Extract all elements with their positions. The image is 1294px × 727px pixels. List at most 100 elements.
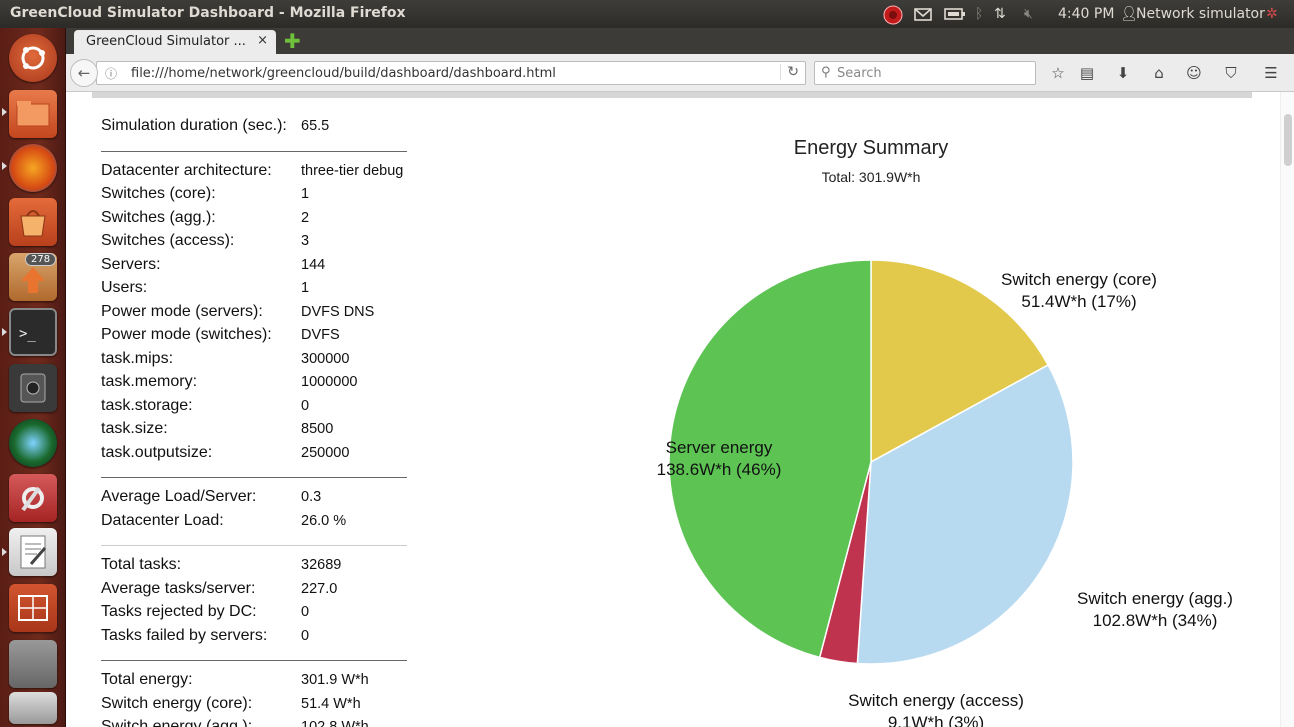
stat-row: Datacenter architecture: three-tier debug: [101, 162, 411, 186]
divider: [101, 150, 407, 152]
disk-utility-icon[interactable]: [9, 364, 57, 412]
stat-value: 51.4 W*h: [301, 695, 361, 712]
stat-label: Users:: [101, 279, 148, 296]
stat-value: three-tier debug: [301, 162, 404, 179]
stat-label: Average Load/Server:: [101, 488, 257, 505]
navigation-toolbar: ⓘ file:///home/network/greencloud/build/…: [66, 54, 1294, 92]
stat-label: Datacenter Load:: [101, 511, 224, 529]
menu-icon[interactable]: ☰: [1260, 62, 1282, 84]
stat-value: 8500: [301, 421, 334, 437]
vertical-scrollbar[interactable]: [1280, 92, 1294, 727]
volume-muted-icon[interactable]: 🔇︎: [1024, 4, 1033, 24]
stat-value: 0.3: [301, 489, 322, 505]
battery-icon[interactable]: [944, 4, 966, 24]
new-tab-button[interactable]: ✚: [284, 30, 301, 52]
stat-row: Average tasks/server: 227.0: [101, 580, 411, 604]
stat-value: 65.5: [301, 118, 330, 134]
mail-icon[interactable]: [914, 4, 932, 24]
user-name[interactable]: Network simulator: [1136, 4, 1265, 24]
stat-row: Users: 1: [101, 279, 411, 303]
stat-value: DVFS: [301, 327, 340, 343]
home-icon[interactable]: ⌂: [1148, 62, 1170, 84]
energy-pie-chart: Energy Summary Total: 301.9W*h Switch en…: [657, 137, 1233, 727]
slice-value-label: 51.4W*h (17%): [1021, 292, 1136, 311]
slice-value-label: 102.8W*h (34%): [1093, 611, 1218, 630]
bookmarks-list-icon[interactable]: ▤: [1076, 62, 1098, 84]
site-info-icon[interactable]: ⓘ: [105, 65, 117, 82]
session-gear-icon[interactable]: ✲: [1266, 4, 1278, 24]
stat-label: Total tasks:: [101, 556, 182, 573]
text-editor-icon[interactable]: [9, 528, 57, 576]
files-icon[interactable]: [9, 90, 57, 138]
record-icon[interactable]: [882, 4, 904, 25]
url-bar[interactable]: ⓘ file:///home/network/greencloud/build/…: [96, 61, 806, 85]
stat-row: Servers: 144: [101, 256, 411, 280]
running-indicator: [2, 162, 7, 170]
network-icon[interactable]: ⇅: [994, 4, 1006, 24]
slice-name-label: Switch energy (core): [1001, 270, 1157, 289]
page-content: Simulation duration (sec.): 65.5 Datacent…: [66, 92, 1294, 727]
tab-label: GreenCloud Simulator ...: [86, 34, 246, 49]
pocket-icon[interactable]: ⛉: [1220, 62, 1242, 84]
trash-icon[interactable]: [9, 692, 57, 724]
update-count-badge: 278: [25, 253, 57, 266]
running-indicator: [2, 108, 7, 116]
top-panel: GreenCloud Simulator Dashboard - Mozilla…: [0, 0, 1294, 28]
tab-dashboard[interactable]: GreenCloud Simulator ... ×: [74, 30, 276, 54]
webcam-app-icon[interactable]: [9, 419, 57, 467]
stats-panel: Simulation duration (sec.): 65.5 Datacent…: [101, 117, 411, 727]
workspace-switcher-icon[interactable]: [9, 584, 57, 632]
tab-close-icon[interactable]: ×: [257, 33, 268, 48]
search-placeholder: Search: [837, 66, 882, 81]
stat-label: Switches (agg.):: [101, 208, 216, 226]
firefox-icon[interactable]: [9, 144, 57, 192]
stat-row: task.storage: 0: [101, 397, 411, 421]
stat-value: 1: [301, 280, 310, 296]
stat-value: 102.8 W*h: [301, 719, 369, 727]
bookmark-star-icon[interactable]: ☆: [1047, 62, 1069, 84]
bluetooth-icon[interactable]: ᛒ: [975, 4, 983, 24]
tab-bar: GreenCloud Simulator ... × ✚: [66, 28, 1294, 54]
stat-row: Switches (agg.): 2: [101, 209, 411, 233]
stat-label: Tasks failed by servers:: [101, 626, 268, 644]
stat-label: task.size:: [101, 420, 168, 437]
usb-drive-icon[interactable]: [9, 640, 57, 688]
page-header-bar: [92, 92, 1252, 98]
terminal-icon[interactable]: >_: [9, 308, 57, 356]
scrollbar-thumb[interactable]: [1284, 114, 1292, 166]
dash-home-icon[interactable]: [9, 34, 57, 82]
stats-group-energy: Total energy: 301.9 W*h Switch energy (cor…: [101, 671, 411, 727]
url-text[interactable]: file:///home/network/greencloud/build/da…: [131, 66, 556, 81]
stat-label: Switch energy (agg.):: [101, 718, 253, 727]
stat-value: 227.0: [301, 580, 338, 597]
slice-name-label: Server energy: [666, 438, 773, 457]
stat-value: 1: [301, 186, 310, 202]
stat-label: task.memory:: [101, 373, 198, 390]
search-input[interactable]: ⚲ Search: [814, 61, 1036, 85]
stat-value: 32689: [301, 557, 342, 573]
stat-label: Simulation duration (sec.):: [101, 117, 287, 134]
launcher: 278 >_: [0, 28, 66, 727]
running-indicator: [2, 328, 7, 336]
stat-label: task.outputsize:: [101, 443, 213, 461]
downloads-icon[interactable]: ⬇: [1112, 62, 1134, 84]
chart-title: Energy Summary: [794, 137, 949, 159]
clock[interactable]: 4:40 PM: [1058, 4, 1114, 24]
stat-label: Servers:: [101, 255, 161, 273]
back-button[interactable]: ←: [70, 59, 98, 87]
software-center-icon[interactable]: [9, 198, 57, 246]
stat-label: Power mode (servers):: [101, 302, 263, 320]
chart-subtitle: Total: 301.9W*h: [822, 169, 921, 185]
system-settings-icon[interactable]: [9, 474, 57, 522]
stat-label: task.storage:: [101, 396, 193, 414]
reload-icon[interactable]: ↻: [780, 64, 799, 80]
slice-name-label: Switch energy (access): [848, 691, 1024, 710]
stat-row: Tasks rejected by DC: 0: [101, 603, 411, 627]
stat-row: Tasks failed by servers: 0: [101, 627, 411, 651]
stat-row: Power mode (switches): DVFS: [101, 326, 411, 350]
stat-value: 250000: [301, 444, 350, 461]
divider: [101, 660, 407, 661]
stat-label: Switches (access):: [101, 232, 235, 249]
chat-icon[interactable]: ☺: [1183, 62, 1205, 84]
running-indicator: [2, 548, 7, 556]
